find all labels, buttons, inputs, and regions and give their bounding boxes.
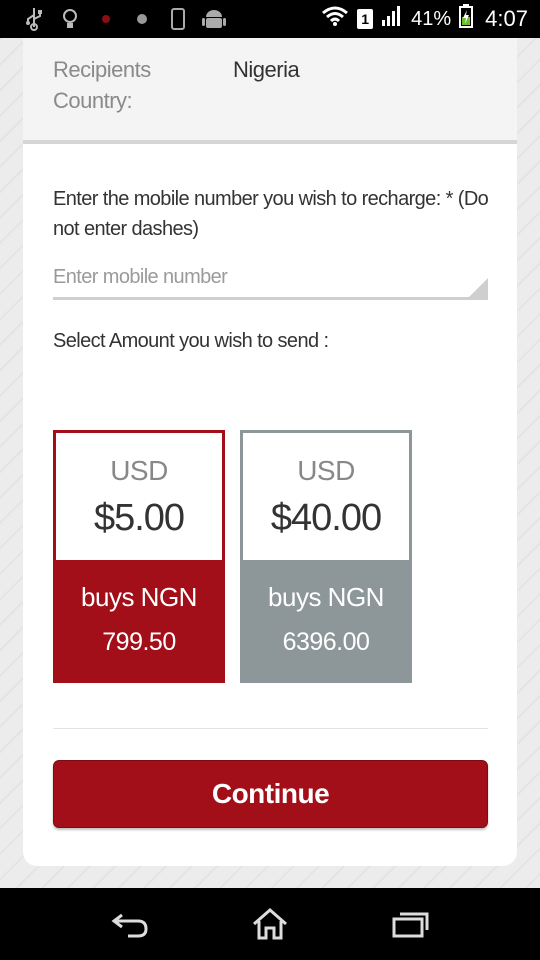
lightbulb-icon [52,6,88,32]
amount-option-top: USD $5.00 [53,430,225,560]
amount-currency: USD [110,455,168,486]
usb-icon [16,6,52,32]
clock: 4:07 [485,6,528,31]
back-button[interactable] [100,899,160,949]
buys-label: buys NGN [268,582,384,612]
recipient-country-label: Recipients Country: [53,57,151,113]
divider [53,728,488,729]
amount-option-5[interactable]: USD $5.00 buys NGN 799.50 [53,430,225,683]
amount-option-bottom: buys NGN 799.50 [53,560,225,683]
signal-icon [381,5,403,33]
sim-icon: 1 [357,9,374,29]
mobile-number-input[interactable] [53,258,488,300]
buys-label: buys NGN [81,582,197,612]
recent-apps-icon [392,912,429,938]
recording-dot-icon [88,6,124,32]
dot-icon [124,6,160,32]
recipient-country-row: Recipients Country: Nigeria [23,38,517,144]
status-bar: 1 41% 4:07 [0,0,540,38]
back-icon [111,913,148,938]
amount-option-40[interactable]: USD $40.00 buys NGN 6396.00 [240,430,412,683]
phone-icon [160,6,196,32]
mobile-number-prompt: Enter the mobile number you wish to rech… [53,188,489,240]
recharge-form-card: Recipients Country: Nigeria Enter the mo… [23,38,517,866]
amount-value: $40.00 [270,497,382,539]
amount-option-bottom: buys NGN 6396.00 [240,560,412,683]
system-indicators: 1 41% 4:07 [321,4,528,34]
amount-option-top: USD $40.00 [240,430,412,560]
receive-amount: 6396.00 [282,628,370,656]
home-icon [253,908,287,940]
wifi-icon [321,5,349,33]
home-button[interactable] [240,899,300,949]
navigation-bar [0,888,540,960]
recipient-country-value: Nigeria [233,57,300,82]
amount-value: $5.00 [93,497,185,539]
receive-amount: 799.50 [102,628,176,656]
battery-charging-icon [459,4,474,34]
android-icon [196,6,232,32]
battery-percent: 41% [411,7,452,30]
continue-button[interactable]: Continue [53,760,488,828]
amount-currency: USD [297,455,355,486]
input-corner-icon [468,278,488,298]
amount-label: Select Amount you wish to send : [53,330,329,352]
recent-apps-button[interactable] [380,899,440,949]
notification-icons [16,6,232,32]
